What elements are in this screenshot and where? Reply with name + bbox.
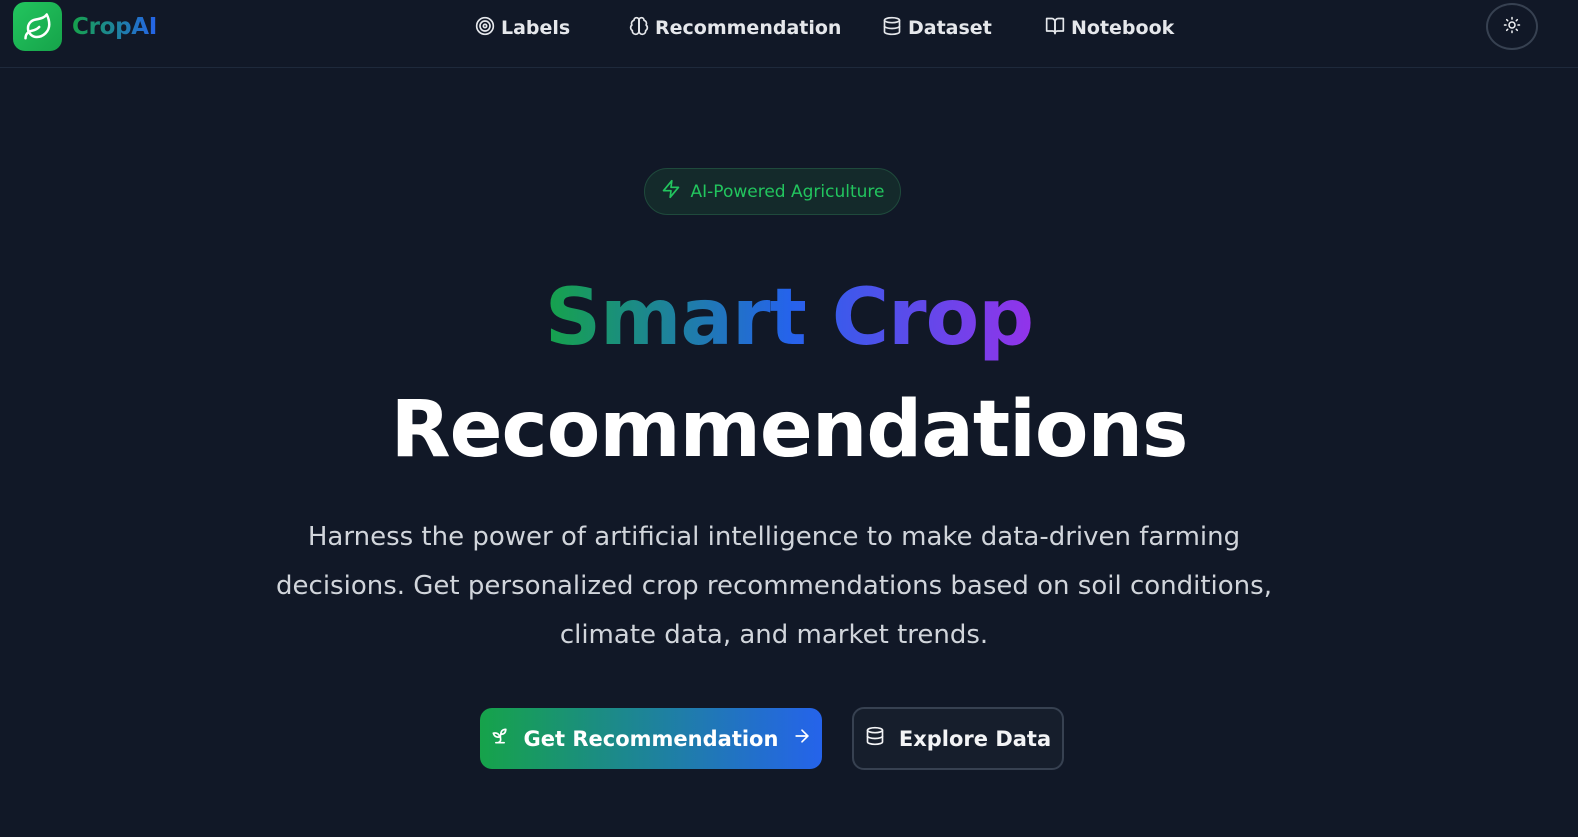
nav-item-label: Notebook bbox=[1071, 17, 1175, 39]
nav-item-label: Recommendation bbox=[655, 17, 842, 39]
arrow-right-icon bbox=[792, 726, 812, 751]
secondary-cta-label: Explore Data bbox=[898, 726, 1052, 751]
main-nav: Labels Recommendation Dataset Notebook bbox=[0, 14, 1578, 42]
hero-description: Harness the power of artificial intellig… bbox=[276, 522, 1272, 650]
page-title: Smart Crop Recommendations bbox=[0, 262, 1578, 486]
nav-item-label: Labels bbox=[501, 17, 571, 39]
database-icon bbox=[865, 726, 885, 751]
sun-icon bbox=[1503, 16, 1521, 38]
sprout-icon bbox=[490, 726, 510, 751]
ai-powered-badge: AI-Powered Agriculture bbox=[644, 168, 901, 215]
explore-data-button[interactable]: Explore Data bbox=[852, 707, 1064, 770]
badge-label: AI-Powered Agriculture bbox=[690, 181, 885, 202]
title-line-2: Recommendations bbox=[390, 385, 1189, 475]
top-navbar: CropAI Labels Recommendation Dataset Not… bbox=[0, 0, 1578, 68]
primary-cta-label: Get Recommendation bbox=[523, 726, 779, 751]
zap-icon bbox=[661, 179, 681, 204]
target-icon bbox=[475, 16, 495, 41]
nav-item-dataset[interactable]: Dataset bbox=[882, 14, 992, 42]
nav-item-label: Dataset bbox=[908, 17, 992, 39]
nav-item-recommendation[interactable]: Recommendation bbox=[629, 14, 841, 42]
nav-item-notebook[interactable]: Notebook bbox=[1045, 14, 1174, 42]
book-open-icon bbox=[1045, 16, 1065, 41]
title-line-1: Smart Crop bbox=[544, 273, 1034, 363]
brain-icon bbox=[629, 16, 649, 41]
nav-item-labels[interactable]: Labels bbox=[475, 14, 570, 42]
database-icon bbox=[882, 16, 902, 41]
get-recommendation-button[interactable]: Get Recommendation bbox=[480, 708, 822, 769]
theme-toggle-button[interactable] bbox=[1486, 3, 1538, 50]
